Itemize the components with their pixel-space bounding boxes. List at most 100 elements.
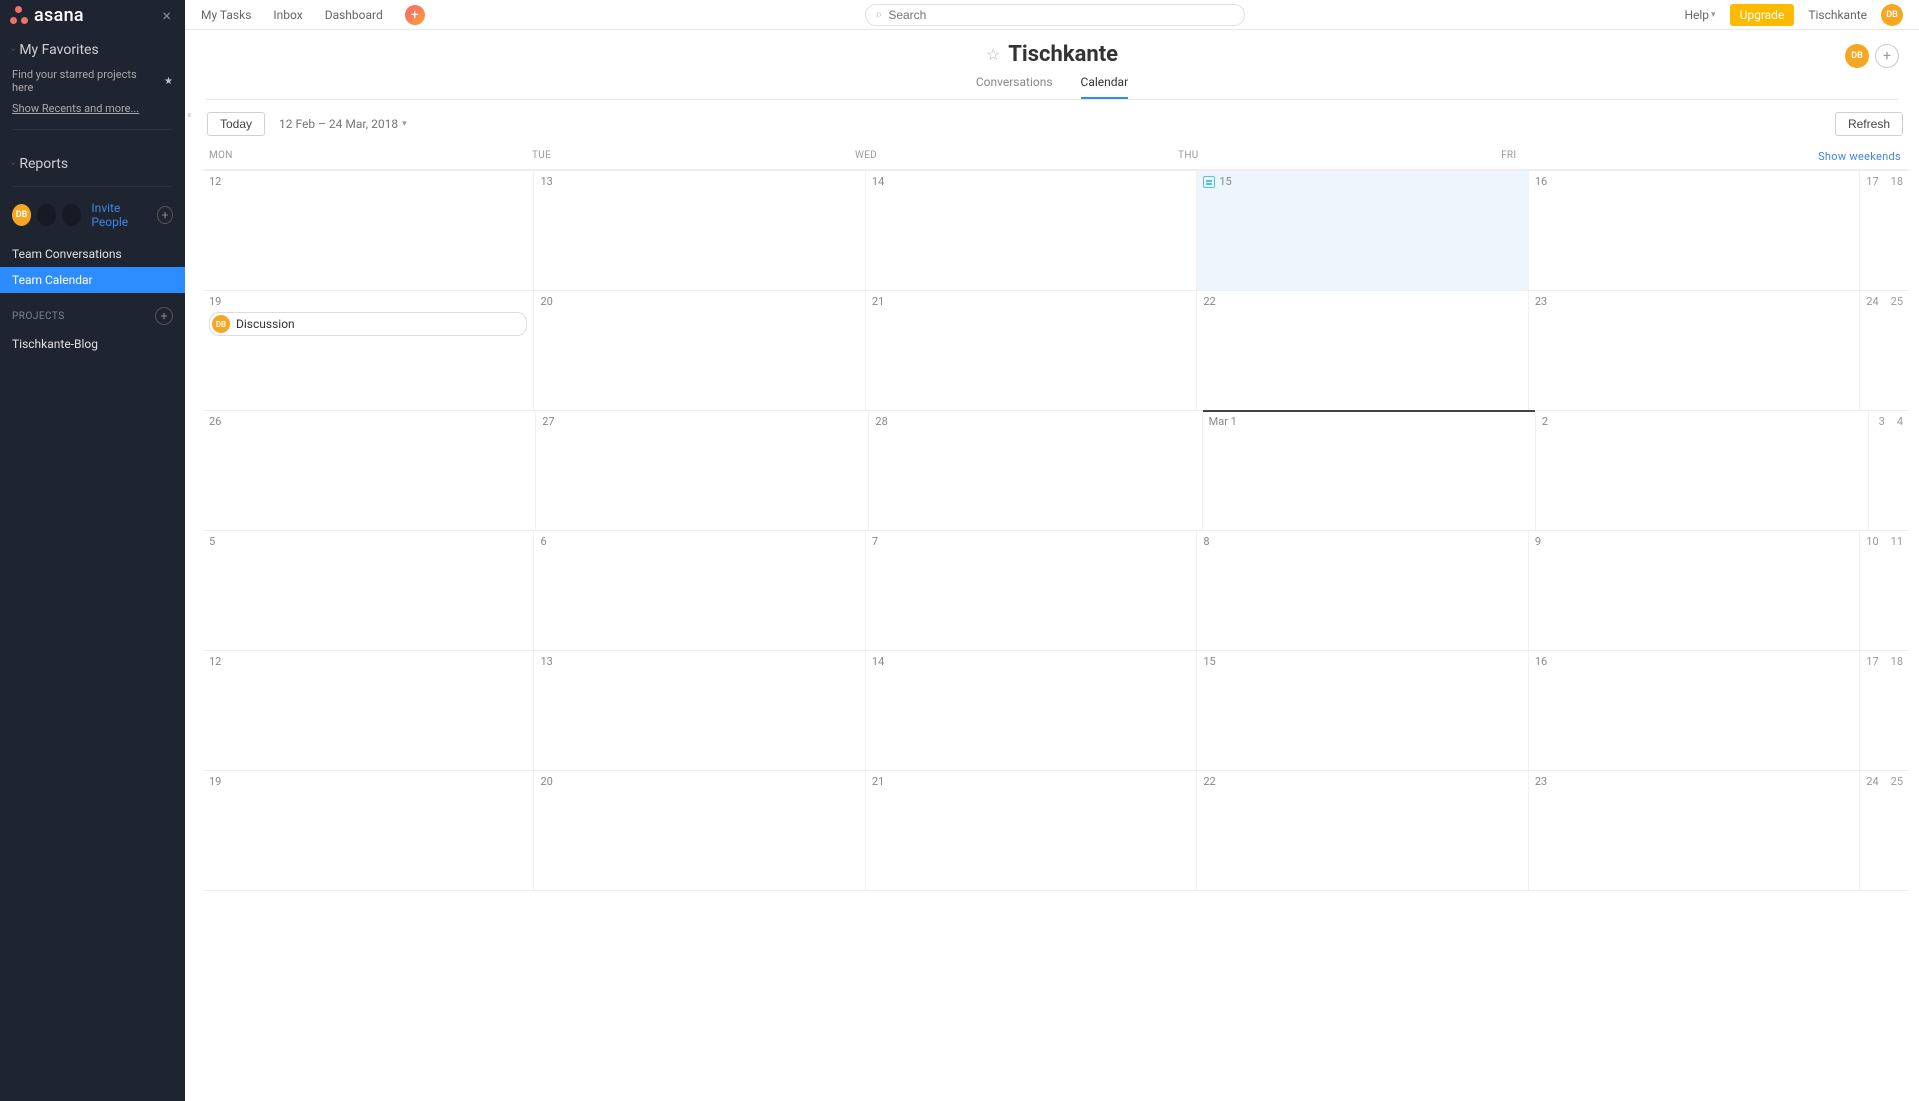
add-person-icon[interactable]: + — [157, 206, 173, 224]
calendar-weekend[interactable]: 1718 — [1860, 171, 1909, 290]
refresh-button[interactable]: Refresh — [1835, 112, 1903, 136]
calendar-day[interactable]: 20 — [534, 771, 865, 890]
weekend-day-number: 17 — [1866, 655, 1878, 766]
nav-dashboard[interactable]: Dashboard — [325, 8, 383, 22]
logo-text: asana — [34, 5, 84, 26]
workspace-name[interactable]: Tischkante — [1808, 8, 1867, 22]
weekend-day-number: 18 — [1891, 175, 1903, 286]
main: My Tasks Inbox Dashboard + ⌕ Help▾ Upgra… — [185, 0, 1919, 1101]
projects-header: PROJECTS + — [0, 293, 185, 331]
weekend-day-number: 17 — [1866, 175, 1878, 286]
today-button[interactable]: Today — [207, 112, 265, 136]
member-avatar[interactable]: DB — [1845, 44, 1869, 68]
calendar-day[interactable]: 13 — [534, 171, 865, 290]
calendar-event[interactable]: DBDiscussion — [209, 312, 527, 336]
logo[interactable]: asana — [10, 5, 84, 26]
calendar-day[interactable]: 20 — [534, 291, 865, 410]
calendar-day[interactable]: 19 — [203, 771, 534, 890]
invite-people-link[interactable]: Invite People — [91, 201, 151, 229]
day-number: 27 — [542, 415, 862, 428]
calendar-day[interactable]: 21 — [866, 291, 1197, 410]
help-menu[interactable]: Help▾ — [1684, 8, 1715, 22]
calendar-day[interactable]: 15 — [1197, 651, 1528, 770]
calendar-day[interactable]: 8 — [1197, 531, 1528, 650]
day-number: 15 — [1203, 655, 1521, 668]
avatar-placeholder[interactable] — [62, 204, 81, 226]
day-number: 2 — [1542, 415, 1862, 428]
search-input[interactable] — [888, 8, 1233, 22]
day-number: 22 — [1203, 295, 1521, 308]
avatar[interactable]: DB — [12, 204, 31, 226]
calendar-day[interactable]: 23 — [1529, 291, 1860, 410]
day-number: 9 — [1535, 535, 1853, 548]
calendar-day[interactable]: 16 — [1529, 651, 1860, 770]
day-number: 23 — [1535, 295, 1853, 308]
collapse-handle-icon[interactable]: « — [185, 110, 192, 121]
sidebar-item-team-conversations[interactable]: Team Conversations — [0, 241, 185, 267]
user-avatar[interactable]: DB — [1881, 4, 1903, 26]
calendar-day[interactable]: 22 — [1197, 291, 1528, 410]
calendar-day[interactable]: 2 — [1536, 411, 1869, 530]
calendar-day[interactable]: 12 — [203, 651, 534, 770]
quick-add-button[interactable]: + — [405, 5, 425, 25]
calendar-weekend[interactable]: 2425 — [1860, 291, 1909, 410]
weekend-day-number: 3 — [1879, 415, 1885, 526]
show-recents-link[interactable]: Show Recents and more... — [0, 102, 185, 129]
avatar-placeholder[interactable] — [37, 204, 56, 226]
calendar-day[interactable]: 7 — [866, 531, 1197, 650]
nav-my-tasks[interactable]: My Tasks — [201, 8, 251, 22]
add-member-icon[interactable]: + — [1875, 44, 1899, 68]
calendar-day[interactable]: 14 — [866, 171, 1197, 290]
nav-inbox[interactable]: Inbox — [273, 8, 302, 22]
calendar-day[interactable]: 6 — [534, 531, 865, 650]
sidebar-item-team-calendar[interactable]: Team Calendar — [0, 267, 185, 293]
calendar-day[interactable]: 19DBDiscussion — [203, 291, 534, 410]
calendar-weekend[interactable]: 2425 — [1860, 771, 1909, 890]
calendar-day[interactable]: Mar 1 — [1203, 411, 1536, 530]
reports-section-title[interactable]: Reports — [0, 144, 185, 178]
dow-mon: MON — [203, 150, 526, 163]
calendar-day[interactable]: 27 — [536, 411, 869, 530]
favorites-hint-text: Find your starred projects here — [12, 68, 160, 94]
calendar-week: 26 27 28 Mar 1 2 34 — [203, 411, 1909, 531]
calendar-weekend[interactable]: 1718 — [1860, 651, 1909, 770]
day-number: 12 — [209, 655, 527, 668]
tab-conversations[interactable]: Conversations — [976, 75, 1053, 99]
page-tabs: Conversations Calendar — [205, 75, 1899, 100]
calendar: Today 12 Feb – 24 Mar, 2018 ▾ Refresh MO… — [185, 100, 1919, 1101]
sidebar-project-item[interactable]: Tischkante-Blog — [0, 331, 185, 357]
day-number: 16 — [1535, 175, 1853, 188]
page-header: « ☆ Tischkante DB + Conversations Calend… — [185, 30, 1919, 100]
calendar-day[interactable]: 15 — [1197, 171, 1528, 290]
search-field[interactable]: ⌕ — [865, 4, 1245, 26]
calendar-grid[interactable]: 1213141516171819DBDiscussion202122232425… — [203, 170, 1909, 1101]
calendar-day[interactable]: 13 — [534, 651, 865, 770]
calendar-day[interactable]: 28 — [869, 411, 1202, 530]
calendar-day[interactable]: 23 — [1529, 771, 1860, 890]
calendar-weekend[interactable]: 34 — [1869, 411, 1909, 530]
chevron-down-icon: ▾ — [402, 119, 407, 129]
calendar-day[interactable]: 5 — [203, 531, 534, 650]
calendar-day[interactable]: 14 — [866, 651, 1197, 770]
upgrade-button[interactable]: Upgrade — [1730, 4, 1795, 26]
add-project-icon[interactable]: + — [155, 307, 173, 325]
day-number: 14 — [872, 655, 1190, 668]
favorites-section-title[interactable]: My Favorites — [0, 30, 185, 64]
day-number: 15 — [1203, 175, 1521, 188]
star-toggle-icon[interactable]: ☆ — [986, 45, 1000, 64]
day-number: Mar 1 — [1209, 415, 1529, 428]
calendar-day[interactable]: 16 — [1529, 171, 1860, 290]
close-sidebar-icon[interactable]: × — [158, 4, 175, 27]
calendar-weekend[interactable]: 1011 — [1860, 531, 1909, 650]
calendar-day[interactable]: 21 — [866, 771, 1197, 890]
calendar-week: 121314 15 16 1718 — [203, 171, 1909, 291]
calendar-day[interactable]: 22 — [1197, 771, 1528, 890]
show-weekends-toggle[interactable]: Show weekends — [1818, 150, 1909, 163]
calendar-day[interactable]: 12 — [203, 171, 534, 290]
calendar-day[interactable]: 26 — [203, 411, 536, 530]
calendar-day[interactable]: 9 — [1529, 531, 1860, 650]
date-range-picker[interactable]: 12 Feb – 24 Mar, 2018 ▾ — [279, 117, 407, 131]
tab-calendar[interactable]: Calendar — [1081, 75, 1129, 99]
sidebar: asana × My Favorites Find your starred p… — [0, 0, 185, 1101]
event-label: Discussion — [236, 317, 295, 331]
